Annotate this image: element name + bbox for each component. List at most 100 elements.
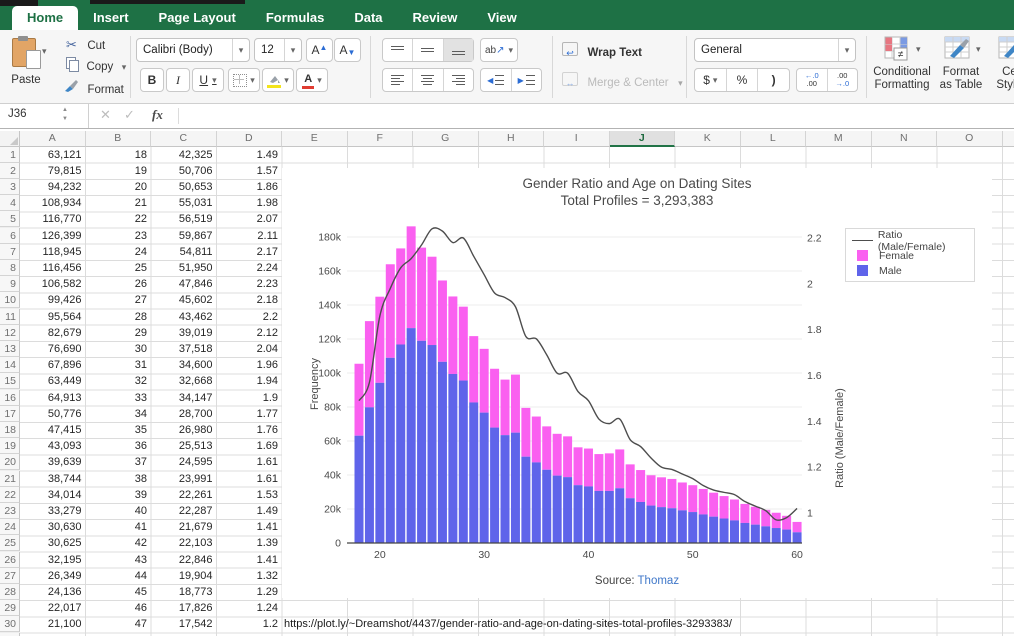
column-header-L[interactable]: L — [741, 131, 807, 147]
cell-C28[interactable]: 18,773 — [151, 584, 217, 600]
cell-D18[interactable]: 1.76 — [217, 422, 283, 438]
row-header-19[interactable]: 19 — [0, 438, 20, 454]
row-header-11[interactable]: 11 — [0, 309, 20, 325]
increase-decimal-button[interactable]: ←.0.00 — [797, 69, 828, 91]
cell-A9[interactable]: 106,582 — [20, 276, 86, 292]
row-header-25[interactable]: 25 — [0, 535, 20, 551]
cell-A25[interactable]: 30,625 — [20, 535, 86, 551]
cell-B9[interactable]: 26 — [86, 276, 152, 292]
cell-D4[interactable]: 1.98 — [217, 195, 283, 211]
cell-D19[interactable]: 1.69 — [217, 438, 283, 454]
cell-B14[interactable]: 31 — [86, 357, 152, 373]
column-header-G[interactable]: G — [413, 131, 479, 147]
copy-button[interactable]: Copy ▾ — [66, 57, 126, 75]
embedded-chart[interactable]: Gender Ratio and Age on Dating Sites Tot… — [282, 168, 992, 598]
cell-D10[interactable]: 2.18 — [217, 292, 283, 308]
cell-A10[interactable]: 99,426 — [20, 292, 86, 308]
decrease-font-size-button[interactable]: A▼ — [334, 38, 361, 62]
cell-D26[interactable]: 1.41 — [217, 552, 283, 568]
row-header-14[interactable]: 14 — [0, 357, 20, 373]
row-header-23[interactable]: 23 — [0, 503, 20, 519]
cell-C15[interactable]: 32,668 — [151, 373, 217, 389]
cell-D12[interactable]: 2.12 — [217, 325, 283, 341]
borders-button[interactable]: ▾ — [228, 68, 260, 92]
cancel-icon[interactable]: ✕ — [100, 107, 111, 123]
cell-D28[interactable]: 1.29 — [217, 584, 283, 600]
cell-B31[interactable]: 48 — [86, 633, 152, 636]
cell-C11[interactable]: 43,462 — [151, 309, 217, 325]
cell-B10[interactable]: 27 — [86, 292, 152, 308]
align-top-button[interactable] — [383, 39, 413, 61]
font-name-select[interactable]: Calibri (Body) ▾ — [136, 38, 250, 62]
cell-A16[interactable]: 64,913 — [20, 390, 86, 406]
cell-D14[interactable]: 1.96 — [217, 357, 283, 373]
cell-C18[interactable]: 26,980 — [151, 422, 217, 438]
row-header-8[interactable]: 8 — [0, 260, 20, 276]
cell-B3[interactable]: 20 — [86, 179, 152, 195]
fill-color-button[interactable]: ▾ — [262, 68, 294, 92]
cell-C30[interactable]: 17,542 — [151, 616, 217, 632]
row-header-7[interactable]: 7 — [0, 244, 20, 260]
cell-B24[interactable]: 41 — [86, 519, 152, 535]
cell-B13[interactable]: 30 — [86, 341, 152, 357]
column-header-M[interactable]: M — [806, 131, 872, 147]
cell-A12[interactable]: 82,679 — [20, 325, 86, 341]
cell-D23[interactable]: 1.49 — [217, 503, 283, 519]
name-box[interactable]: J36 ▲▼ — [0, 104, 89, 128]
percent-button[interactable]: % — [727, 69, 759, 91]
decrease-indent-button[interactable]: ◀ — [481, 69, 512, 91]
row-header-16[interactable]: 16 — [0, 390, 20, 406]
cell-C25[interactable]: 22,103 — [151, 535, 217, 551]
cell-B5[interactable]: 22 — [86, 211, 152, 227]
cell-A5[interactable]: 116,770 — [20, 211, 86, 227]
cell-C22[interactable]: 22,261 — [151, 487, 217, 503]
cell-C7[interactable]: 54,811 — [151, 244, 217, 260]
cell-B27[interactable]: 44 — [86, 568, 152, 584]
cell-D2[interactable]: 1.57 — [217, 163, 283, 179]
cell-B15[interactable]: 32 — [86, 373, 152, 389]
cell-A11[interactable]: 95,564 — [20, 309, 86, 325]
align-left-button[interactable] — [383, 69, 413, 91]
cell-C23[interactable]: 22,287 — [151, 503, 217, 519]
tab-formulas[interactable]: Formulas — [251, 6, 340, 30]
row-header-3[interactable]: 3 — [0, 179, 20, 195]
column-header-partial[interactable] — [1003, 131, 1014, 147]
cell-B22[interactable]: 39 — [86, 487, 152, 503]
column-header-J[interactable]: J — [610, 131, 676, 147]
cell-A26[interactable]: 32,195 — [20, 552, 86, 568]
cell-B20[interactable]: 37 — [86, 454, 152, 470]
cell-C13[interactable]: 37,518 — [151, 341, 217, 357]
cell-A2[interactable]: 79,815 — [20, 163, 86, 179]
column-header-A[interactable]: A — [20, 131, 86, 147]
merge-center-button[interactable]: ↔ Merge & Center ▾ — [562, 72, 683, 91]
cell-A31[interactable]: 20,450 — [20, 633, 86, 636]
cell-A14[interactable]: 67,896 — [20, 357, 86, 373]
cell-A21[interactable]: 38,744 — [20, 471, 86, 487]
row-header-10[interactable]: 10 — [0, 292, 20, 308]
cell-A22[interactable]: 34,014 — [20, 487, 86, 503]
cell-D13[interactable]: 2.04 — [217, 341, 283, 357]
tab-insert[interactable]: Insert — [78, 6, 143, 30]
cell-C14[interactable]: 34,600 — [151, 357, 217, 373]
cell-B7[interactable]: 24 — [86, 244, 152, 260]
row-header-15[interactable]: 15 — [0, 373, 20, 389]
cell-C29[interactable]: 17,826 — [151, 600, 217, 616]
cell-D27[interactable]: 1.32 — [217, 568, 283, 584]
cell-D8[interactable]: 2.24 — [217, 260, 283, 276]
currency-button[interactable]: $▾ — [695, 69, 727, 91]
cell-A3[interactable]: 94,232 — [20, 179, 86, 195]
column-header-B[interactable]: B — [86, 131, 152, 147]
column-header-C[interactable]: C — [151, 131, 217, 147]
select-all-corner[interactable] — [0, 131, 20, 147]
cell-C10[interactable]: 45,602 — [151, 292, 217, 308]
cell-D9[interactable]: 2.23 — [217, 276, 283, 292]
cell-A30[interactable]: 21,100 — [20, 616, 86, 632]
tab-data[interactable]: Data — [339, 6, 397, 30]
cell-D15[interactable]: 1.94 — [217, 373, 283, 389]
cell-C16[interactable]: 34,147 — [151, 390, 217, 406]
cell-C17[interactable]: 28,700 — [151, 406, 217, 422]
cell-overflow-url[interactable]: https://plot.ly/~Dreamshot/4437/gender-r… — [284, 616, 732, 632]
cell-A19[interactable]: 43,093 — [20, 438, 86, 454]
row-header-4[interactable]: 4 — [0, 195, 20, 211]
cell-B18[interactable]: 35 — [86, 422, 152, 438]
